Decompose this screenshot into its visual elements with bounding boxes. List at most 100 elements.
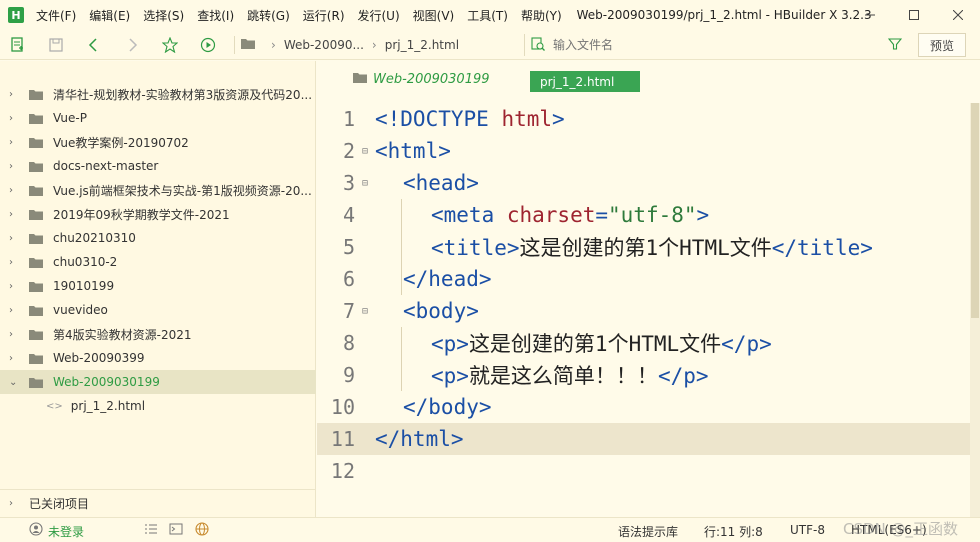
folder-icon xyxy=(29,257,43,268)
code-token: = xyxy=(595,203,609,227)
menu-item[interactable]: 运行(R) xyxy=(303,7,345,24)
code-text: <p>这是创建的第1个HTML文件</p> xyxy=(375,328,772,358)
forward-icon[interactable] xyxy=(124,37,140,53)
new-file-icon[interactable] xyxy=(10,36,26,53)
run-icon[interactable] xyxy=(200,37,216,53)
folder-icon xyxy=(29,329,43,340)
breadcrumb-folder[interactable]: Web-20090... xyxy=(284,38,364,52)
tree-item-label: docs-next-master xyxy=(53,159,159,173)
tree-item[interactable]: › Web-20090399 xyxy=(0,346,316,370)
status-bar: 未登录 语法提示库 行:11 列:8 UTF-8 HTML(ES6+) CSDN… xyxy=(0,517,980,542)
maximize-icon[interactable] xyxy=(892,0,936,30)
code-line[interactable]: 5 <title>这是创建的第1个HTML文件</title> xyxy=(317,231,970,263)
tree-item[interactable]: › 清华社-规划教材-实验教材第3版资源及代码20... xyxy=(0,82,316,106)
code-line[interactable]: 11 </html> xyxy=(317,423,970,455)
list-icon[interactable] xyxy=(144,522,158,539)
folder-icon xyxy=(29,377,43,388)
closed-projects-section[interactable]: › 已关闭项目 xyxy=(0,489,316,517)
tab-prj-1-2-html[interactable]: prj_1_2.html xyxy=(530,71,640,92)
tree-item-file[interactable]: <> prj_1_2.html xyxy=(0,394,316,418)
encoding[interactable]: UTF-8 xyxy=(790,523,825,537)
code-area[interactable]: 1 <!DOCTYPE html> 2 ⊟ <html> 3 ⊟ <head> 4 <meta c… xyxy=(317,103,980,517)
chevron-right-icon[interactable]: › xyxy=(9,257,19,268)
folder-icon xyxy=(29,305,43,316)
file-search-input[interactable] xyxy=(553,38,873,52)
menu-item[interactable]: 编辑(E) xyxy=(89,7,130,24)
tree-item[interactable]: › 第4版实验教材资源-2021 xyxy=(0,322,316,346)
line-number: 1 xyxy=(342,107,355,131)
filter-icon[interactable] xyxy=(887,37,903,54)
tree-item[interactable]: › vuevideo xyxy=(0,298,316,322)
vertical-scrollbar[interactable] xyxy=(970,103,980,517)
tree-item[interactable]: › Vue-P xyxy=(0,106,316,130)
code-line[interactable]: 7 ⊟ <body> xyxy=(317,295,970,327)
chevron-right-icon[interactable]: › xyxy=(9,137,19,148)
code-line[interactable]: 9 <p>就是这么简单！！！</p> xyxy=(317,359,970,391)
chevron-right-icon[interactable]: › xyxy=(9,113,19,124)
code-editor: Web-2009030199 prj_1_2.html 1 <!DOCTYPE h… xyxy=(317,61,980,517)
menu-item[interactable]: 跳转(G) xyxy=(247,7,290,24)
tree-item[interactable]: ⌄ Web-2009030199 xyxy=(0,370,316,394)
tree-item[interactable]: › docs-next-master xyxy=(0,154,316,178)
menu-item[interactable]: 文件(F) xyxy=(36,7,76,24)
chevron-right-icon[interactable]: › xyxy=(9,89,19,100)
tree-item[interactable]: › 19010199 xyxy=(0,274,316,298)
menu-item[interactable]: 帮助(Y) xyxy=(521,7,562,24)
breadcrumb-separator: › xyxy=(371,37,377,52)
tree-item[interactable]: › Vue.js前端框架技术与实战-第1版视频资源-20... xyxy=(0,178,316,202)
close-icon[interactable] xyxy=(936,0,980,30)
fold-toggle-icon[interactable]: ⊟ xyxy=(355,178,375,189)
code-line[interactable]: 8 <p>这是创建的第1个HTML文件</p> xyxy=(317,327,970,359)
save-icon[interactable] xyxy=(48,37,64,53)
code-text: <body> xyxy=(375,299,479,323)
chevron-down-icon[interactable]: ⌄ xyxy=(9,377,19,388)
project-tab[interactable]: Web-2009030199 xyxy=(353,72,490,87)
tree-item[interactable]: › chu20210310 xyxy=(0,226,316,250)
fold-toggle-icon[interactable]: ⊟ xyxy=(355,146,375,157)
chevron-right-icon[interactable]: › xyxy=(9,305,19,316)
code-line[interactable]: 2 ⊟ <html> xyxy=(317,135,970,167)
code-line[interactable]: 6 </head> xyxy=(317,263,970,295)
code-token: <p> xyxy=(431,332,469,356)
chevron-right-icon[interactable]: › xyxy=(9,281,19,292)
fold-toggle-icon[interactable]: ⊟ xyxy=(355,306,375,317)
folder-icon xyxy=(29,353,43,364)
menu-item[interactable]: 发行(U) xyxy=(358,7,400,24)
tree-item-label: Vue.js前端框架技术与实战-第1版视频资源-20... xyxy=(53,183,312,198)
tree-item[interactable]: › chu0310-2 xyxy=(0,250,316,274)
chevron-right-icon[interactable]: › xyxy=(9,329,19,340)
tree-item[interactable]: › 2019年09秋学期教学文件-2021 xyxy=(0,202,316,226)
line-number: 11 xyxy=(330,427,355,451)
menu-item[interactable]: 视图(V) xyxy=(413,7,455,24)
scrollbar-thumb[interactable] xyxy=(971,103,979,318)
chevron-right-icon[interactable]: › xyxy=(9,161,19,172)
code-text: <p>就是这么简单！！！</p> xyxy=(375,360,709,390)
login-status[interactable]: 未登录 xyxy=(48,523,84,540)
chevron-right-icon[interactable]: › xyxy=(9,209,19,220)
chevron-right-icon[interactable]: › xyxy=(9,233,19,244)
window-title: Web-2009030199/prj_1_2.html - HBuilder X… xyxy=(576,8,872,22)
chevron-right-icon[interactable]: › xyxy=(9,353,19,364)
code-line[interactable]: 1 <!DOCTYPE html> xyxy=(317,103,970,135)
code-line[interactable]: 3 ⊟ <head> xyxy=(317,167,970,199)
tree-item[interactable]: › Vue教学案例-20190702 xyxy=(0,130,316,154)
menu-item[interactable]: 查找(I) xyxy=(197,7,234,24)
preview-button[interactable]: 预览 xyxy=(918,33,966,57)
syntax-library[interactable]: 语法提示库 xyxy=(618,523,678,540)
code-line[interactable]: 4 <meta charset="utf-8"> xyxy=(317,199,970,231)
chevron-right-icon[interactable]: › xyxy=(9,185,19,196)
globe-icon[interactable] xyxy=(195,522,209,539)
menu-item[interactable]: 工具(T) xyxy=(467,7,508,24)
star-icon[interactable] xyxy=(162,36,178,53)
user-icon[interactable] xyxy=(29,522,43,539)
menu-item[interactable]: 选择(S) xyxy=(143,7,184,24)
breadcrumb-file[interactable]: prj_1_2.html xyxy=(385,38,459,52)
code-token: </head> xyxy=(403,267,492,291)
back-icon[interactable] xyxy=(86,37,102,53)
terminal-icon[interactable] xyxy=(169,522,183,539)
title-bar: H 文件(F) 编辑(E) 选择(S) 查找(I) 跳转(G) 运行(R) 发行(U) 视图(… xyxy=(0,0,980,30)
minimize-icon[interactable] xyxy=(848,0,892,30)
cursor-position[interactable]: 行:11 列:8 xyxy=(704,523,763,540)
code-line[interactable]: 10 </body> xyxy=(317,391,970,423)
code-line[interactable]: 12 xyxy=(317,455,970,487)
